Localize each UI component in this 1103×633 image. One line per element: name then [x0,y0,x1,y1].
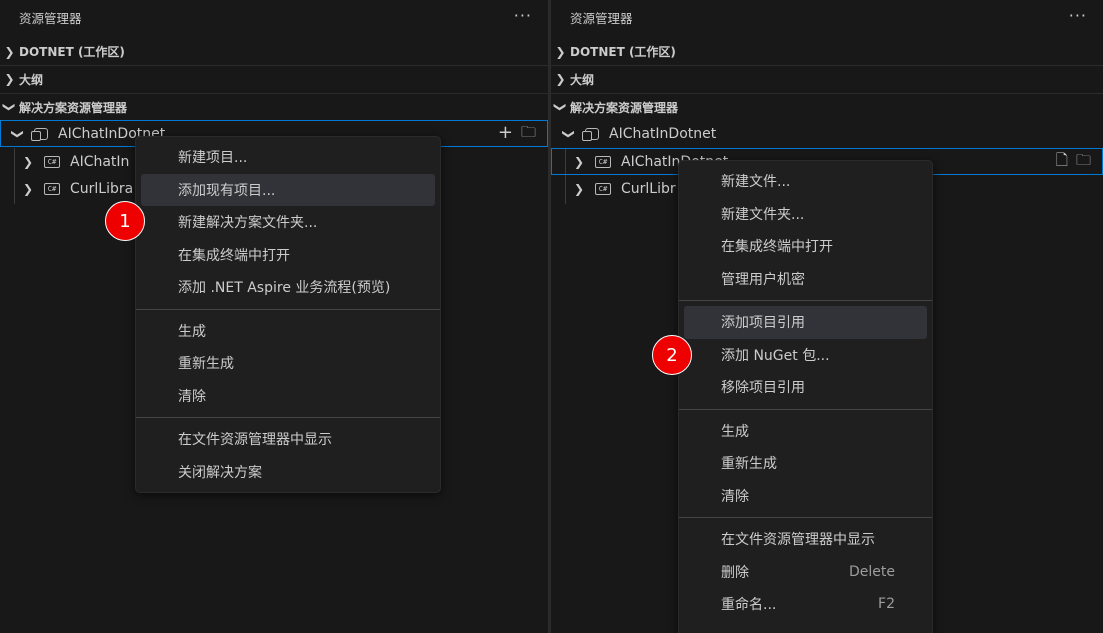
menu-item-delete[interactable]: 删除 Delete [684,556,927,589]
tree-item-solution[interactable]: ❯ AIChatInDotnet [551,120,1103,147]
context-menu: 新建项目... 添加现有项目... 新建解决方案文件夹... 在集成终端中打开 … [135,136,441,493]
menu-item-reveal-in-explorer[interactable]: 在文件资源管理器中显示 [684,523,927,556]
chevron-right-icon: ❯ [4,44,15,59]
menu-item-add-nuget-package[interactable]: 添加 NuGet 包... [684,339,927,372]
section-solution-explorer-label: 解决方案资源管理器 [570,100,679,115]
menu-item-clean[interactable]: 清除 [141,380,435,413]
chevron-down-icon: ❯ [2,101,17,113]
chevron-down-icon: ❯ [553,101,568,113]
section-outline[interactable]: ❯ 大纲 [0,65,548,92]
view-title: 资源管理器 [0,0,548,34]
view-title-text: 资源管理器 [570,10,633,26]
new-file-icon[interactable]: 🗋 [1056,150,1068,175]
chevron-right-icon: ❯ [4,72,15,86]
menu-item-new-solution-folder[interactable]: 新建解决方案文件夹... [141,206,435,239]
section-workspace-label: DOTNET (工作区) [19,45,125,59]
step-badge: 1 [105,201,145,241]
csharp-project-icon: C# [595,155,611,168]
section-workspace[interactable]: ❯ DOTNET (工作区) [0,38,548,65]
tree-item-label: CurlLibr [621,180,676,197]
new-folder-icon[interactable]: 🗀 [521,122,536,147]
menu-item-manage-user-secrets[interactable]: 管理用户机密 [684,263,927,296]
section-outline-label: 大纲 [19,72,44,87]
menu-item-reveal-in-explorer[interactable]: 在文件资源管理器中显示 [141,423,435,456]
section-outline-label: 大纲 [570,72,595,87]
csharp-project-icon: C# [595,182,611,195]
view-title-text: 资源管理器 [19,10,82,26]
menu-item-close-solution[interactable]: 关闭解决方案 [141,456,435,489]
new-folder-icon[interactable]: 🗀 [1076,150,1091,175]
section-solution-explorer[interactable]: ❯ 解决方案资源管理器 [0,93,548,120]
solution-icon [31,127,48,141]
section-workspace-label: DOTNET (工作区) [570,45,676,59]
menu-separator [679,408,932,410]
menu-item-rebuild[interactable]: 重新生成 [141,347,435,380]
explorer-pane-right: 资源管理器 ··· ❯ DOTNET (工作区) ❯ 大纲 ❯ 解决方案资源管理… [551,0,1103,633]
menu-separator [679,517,932,518]
chevron-right-icon: ❯ [555,72,566,86]
menu-item-build[interactable]: 生成 [141,315,435,348]
shortcut-label: Delete [849,563,895,580]
menu-item-open-in-terminal[interactable]: 在集成终端中打开 [684,230,927,263]
tree-item-label: AIChatInDotnet [609,125,717,142]
csharp-project-icon: C# [44,155,60,168]
context-menu: 新建文件... 新建文件夹... 在集成终端中打开 管理用户机密 添加项目引用 … [678,160,933,633]
menu-item-add-existing-project[interactable]: 添加现有项目... [141,173,435,206]
section-workspace[interactable]: ❯ DOTNET (工作区) [551,38,1103,65]
more-actions-icon[interactable]: ··· [1069,6,1087,25]
menu-item-clean[interactable]: 清除 [684,480,927,513]
step-badge: 2 [652,335,692,375]
menu-item-new-folder[interactable]: 新建文件夹... [684,198,927,231]
explorer-pane-left: 资源管理器 ··· ❯ DOTNET (工作区) ❯ 大纲 ❯ 解决方案资源管理… [0,0,548,633]
menu-item-new-file[interactable]: 新建文件... [684,165,927,198]
menu-item-label: 重命名... [721,597,777,614]
menu-item-add-project-reference[interactable]: 添加项目引用 [684,306,927,339]
menu-item-label: 删除 [721,564,749,581]
solution-icon [582,127,599,141]
chevron-right-icon: ❯ [22,181,34,196]
view-title: 资源管理器 [551,0,1103,34]
section-outline[interactable]: ❯ 大纲 [551,65,1103,92]
tree-item-label: CurlLibra [70,180,134,197]
menu-item-rebuild[interactable]: 重新生成 [684,447,927,480]
menu-separator [679,300,932,301]
chevron-right-icon: ❯ [22,154,34,169]
add-icon[interactable]: + [498,122,513,147]
chevron-right-icon: ❯ [573,154,585,169]
chevron-right-icon: ❯ [573,181,585,196]
more-actions-icon[interactable]: ··· [514,6,532,25]
menu-item-rename[interactable]: 重命名... F2 [684,588,927,621]
section-solution-explorer[interactable]: ❯ 解决方案资源管理器 [551,93,1103,120]
menu-item-remove-project-reference[interactable]: 移除项目引用 [684,371,927,404]
chevron-right-icon: ❯ [555,44,566,59]
chevron-down-icon: ❯ [11,128,25,139]
menu-separator [136,308,440,310]
menu-item-open-in-terminal[interactable]: 在集成终端中打开 [141,239,435,272]
section-solution-explorer-label: 解决方案资源管理器 [19,100,128,115]
chevron-down-icon: ❯ [562,128,576,139]
menu-item-build[interactable]: 生成 [684,415,927,448]
tree-item-label: AIChatIn [70,153,130,170]
menu-item-add-aspire[interactable]: 添加 .NET Aspire 业务流程(预览) [141,271,435,304]
shortcut-label: F2 [878,596,895,613]
csharp-project-icon: C# [44,182,60,195]
menu-separator [136,417,440,418]
menu-item-new-project[interactable]: 新建项目... [141,141,435,174]
